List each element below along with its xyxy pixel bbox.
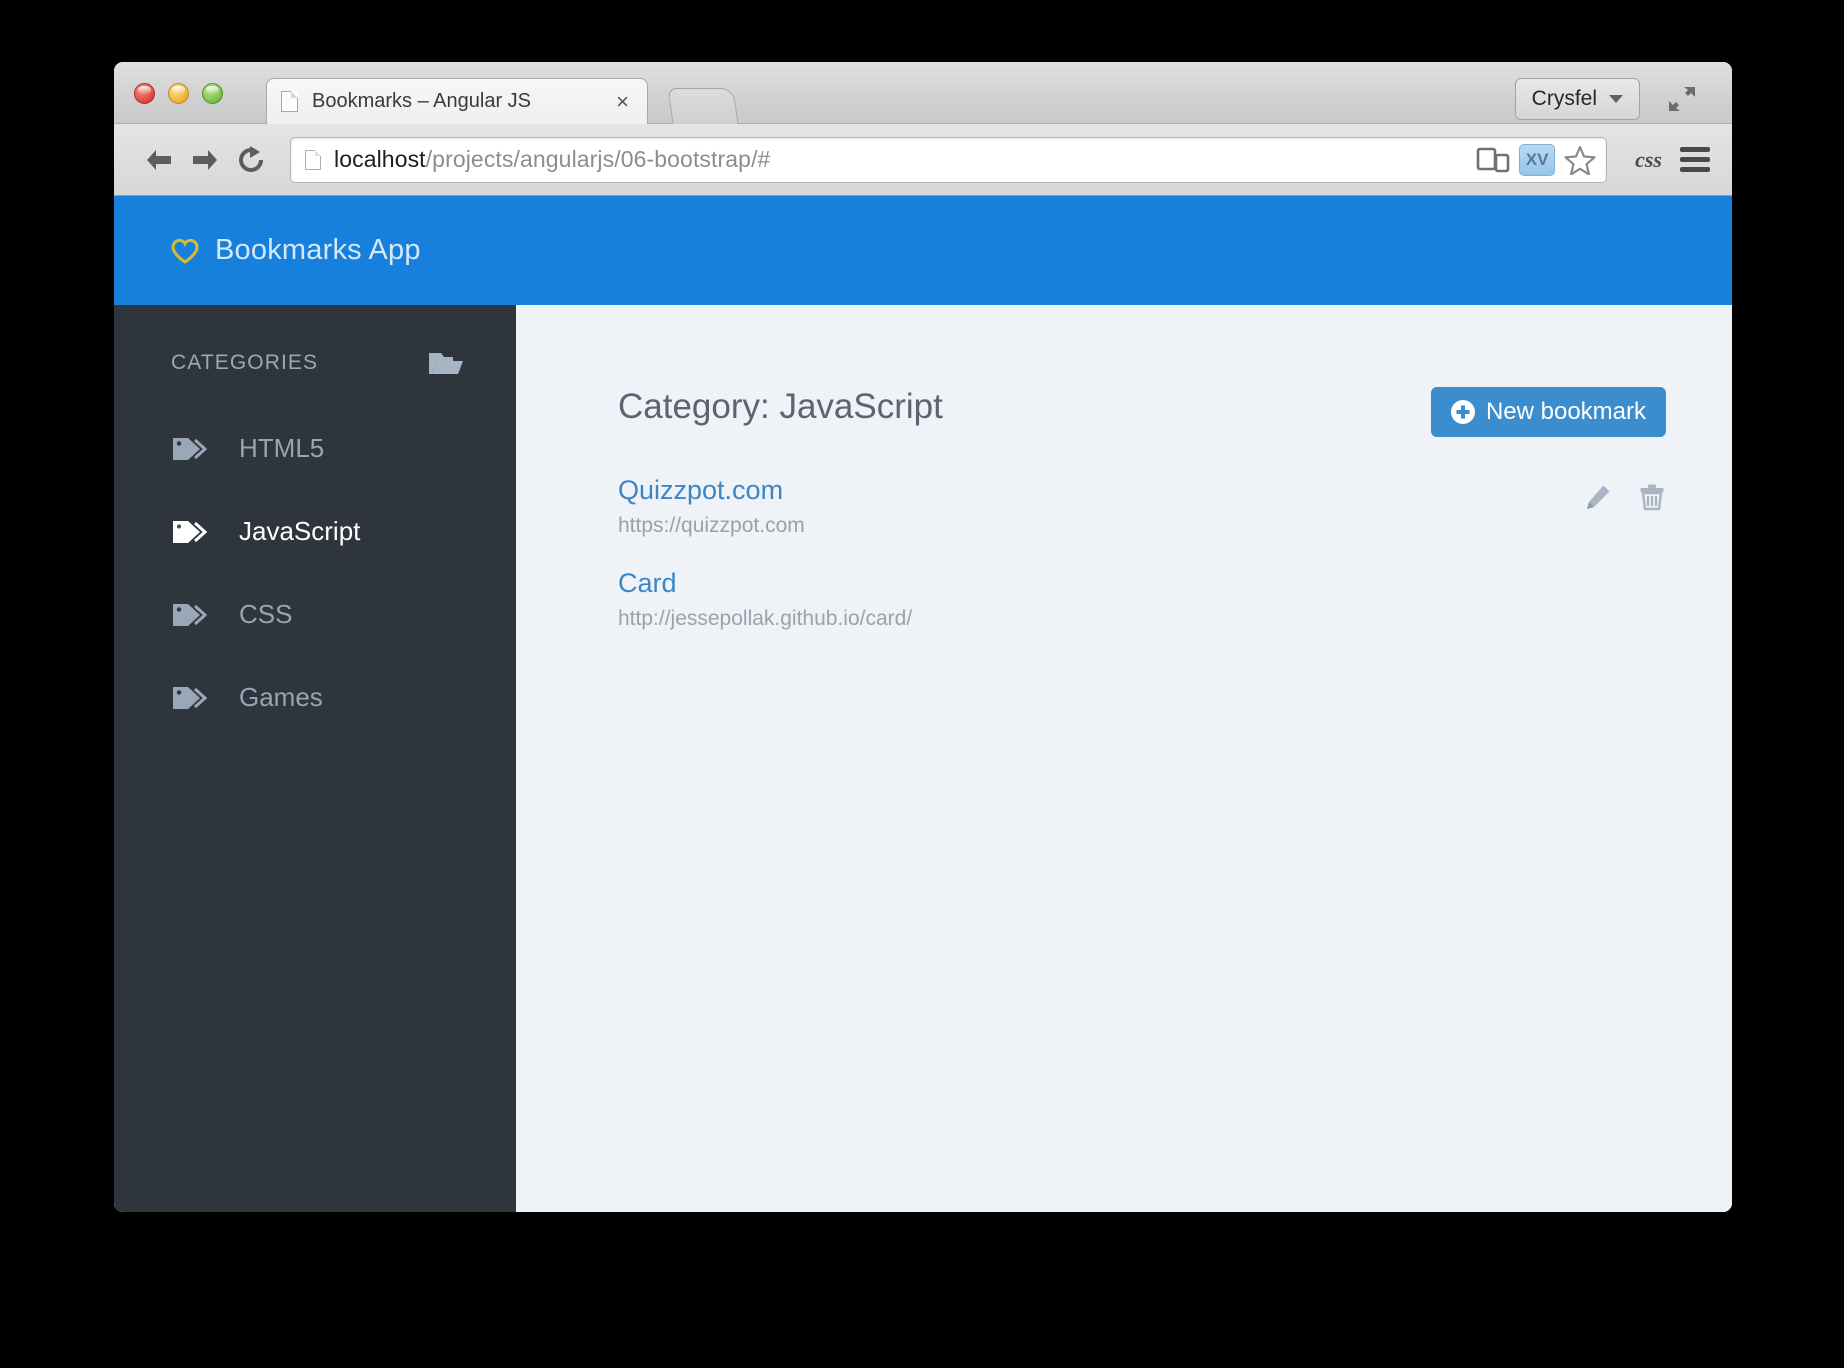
close-window-button[interactable] (134, 83, 155, 104)
bookmark-title-link[interactable]: Quizzpot.com (618, 475, 805, 506)
bookmark-row: Quizzpot.com https://quizzpot.com (618, 475, 1666, 538)
user-menu-label: Crysfel (1531, 87, 1597, 110)
sidebar-item-label: HTML5 (239, 433, 325, 463)
tag-icon (171, 517, 208, 547)
maximize-window-button[interactable] (202, 83, 223, 104)
close-icon[interactable]: × (612, 90, 633, 113)
browser-titlebar: Bookmarks – Angular JS × Crysfel (114, 62, 1732, 124)
hamburger-bar (1680, 147, 1710, 152)
sidebar-item-css[interactable]: CSS (114, 585, 516, 644)
css-devtools-button[interactable]: css (1635, 147, 1662, 173)
app-title: Bookmarks App (215, 234, 421, 266)
page-body: CATEGORIES HTML5 JavaScript CSS Games Ca… (114, 305, 1732, 1212)
tab-title: Bookmarks – Angular JS (312, 90, 531, 112)
xv-badge[interactable]: XV (1519, 143, 1556, 176)
new-bookmark-button[interactable]: New bookmark (1430, 387, 1666, 437)
browser-toolbar: localhost/projects/angularjs/06-bootstra… (114, 124, 1732, 196)
url-host: localhost (334, 146, 426, 172)
new-bookmark-label: New bookmark (1485, 398, 1646, 425)
plus-circle-icon (1450, 400, 1475, 424)
tag-icon (171, 600, 208, 630)
reload-icon[interactable] (228, 137, 274, 183)
browser-tab[interactable]: Bookmarks – Angular JS × (266, 78, 648, 124)
sidebar-item-games[interactable]: Games (114, 668, 516, 727)
user-menu-button[interactable]: Crysfel (1514, 78, 1640, 120)
window-controls (134, 83, 223, 104)
sidebar-item-label: CSS (239, 599, 293, 629)
fullscreen-expand-icon[interactable] (1666, 84, 1698, 114)
sidebar-item-label: JavaScript (239, 516, 361, 546)
back-arrow-icon[interactable] (136, 137, 182, 183)
responsive-design-view-icon[interactable] (1476, 146, 1510, 174)
bookmark-url: https://quizzpot.com (618, 514, 805, 537)
bookmark-row: Card http://jessepollak.github.io/card/ (618, 568, 1666, 631)
page-icon (305, 149, 321, 170)
sidebar-item-javascript[interactable]: JavaScript (114, 502, 516, 561)
content-header: Category: JavaScript New bookmark (618, 387, 1666, 437)
bookmark-actions (1584, 475, 1666, 511)
tag-icon (171, 434, 208, 464)
bookmark-title-link[interactable]: Card (618, 568, 912, 599)
hamburger-bar (1680, 157, 1710, 162)
open-folder-icon[interactable] (428, 349, 464, 377)
minimize-window-button[interactable] (168, 83, 189, 104)
sidebar-header: CATEGORIES (114, 349, 516, 377)
address-bar[interactable]: localhost/projects/angularjs/06-bootstra… (290, 136, 1608, 183)
web-page: Bookmarks App CATEGORIES HTML5 JavaScrip… (114, 196, 1732, 1212)
main-content: Category: JavaScript New bookmark Quizzp… (516, 305, 1732, 1212)
hamburger-menu-icon[interactable] (1680, 147, 1710, 172)
sidebar-item-html5[interactable]: HTML5 (114, 419, 516, 478)
bookmark-info: Card http://jessepollak.github.io/card/ (618, 568, 912, 631)
forward-arrow-icon[interactable] (182, 137, 228, 183)
sidebar-heading: CATEGORIES (171, 351, 319, 374)
chevron-down-icon (1609, 95, 1623, 103)
sidebar: CATEGORIES HTML5 JavaScript CSS Games (114, 305, 516, 1212)
page-title: Category: JavaScript (618, 387, 943, 426)
tag-icon (171, 683, 208, 713)
heart-icon (171, 238, 199, 264)
bookmark-info: Quizzpot.com https://quizzpot.com (618, 475, 805, 538)
pencil-icon[interactable] (1584, 483, 1612, 511)
trash-icon[interactable] (1638, 483, 1666, 511)
hamburger-bar (1680, 167, 1710, 172)
app-header: Bookmarks App (114, 196, 1732, 305)
star-icon[interactable] (1564, 145, 1596, 175)
app-brand[interactable]: Bookmarks App (114, 234, 516, 267)
sidebar-item-label: Games (239, 682, 323, 712)
new-tab-button[interactable] (667, 88, 739, 124)
bookmark-url: http://jessepollak.github.io/card/ (618, 607, 913, 630)
browser-window: Bookmarks – Angular JS × Crysfel localho… (114, 62, 1732, 1212)
url-path: /projects/angularjs/06-bootstrap/# (425, 146, 771, 172)
page-icon (281, 91, 298, 112)
url-text: localhost/projects/angularjs/06-bootstra… (334, 146, 1476, 173)
address-bar-actions: XV (1476, 143, 1596, 176)
